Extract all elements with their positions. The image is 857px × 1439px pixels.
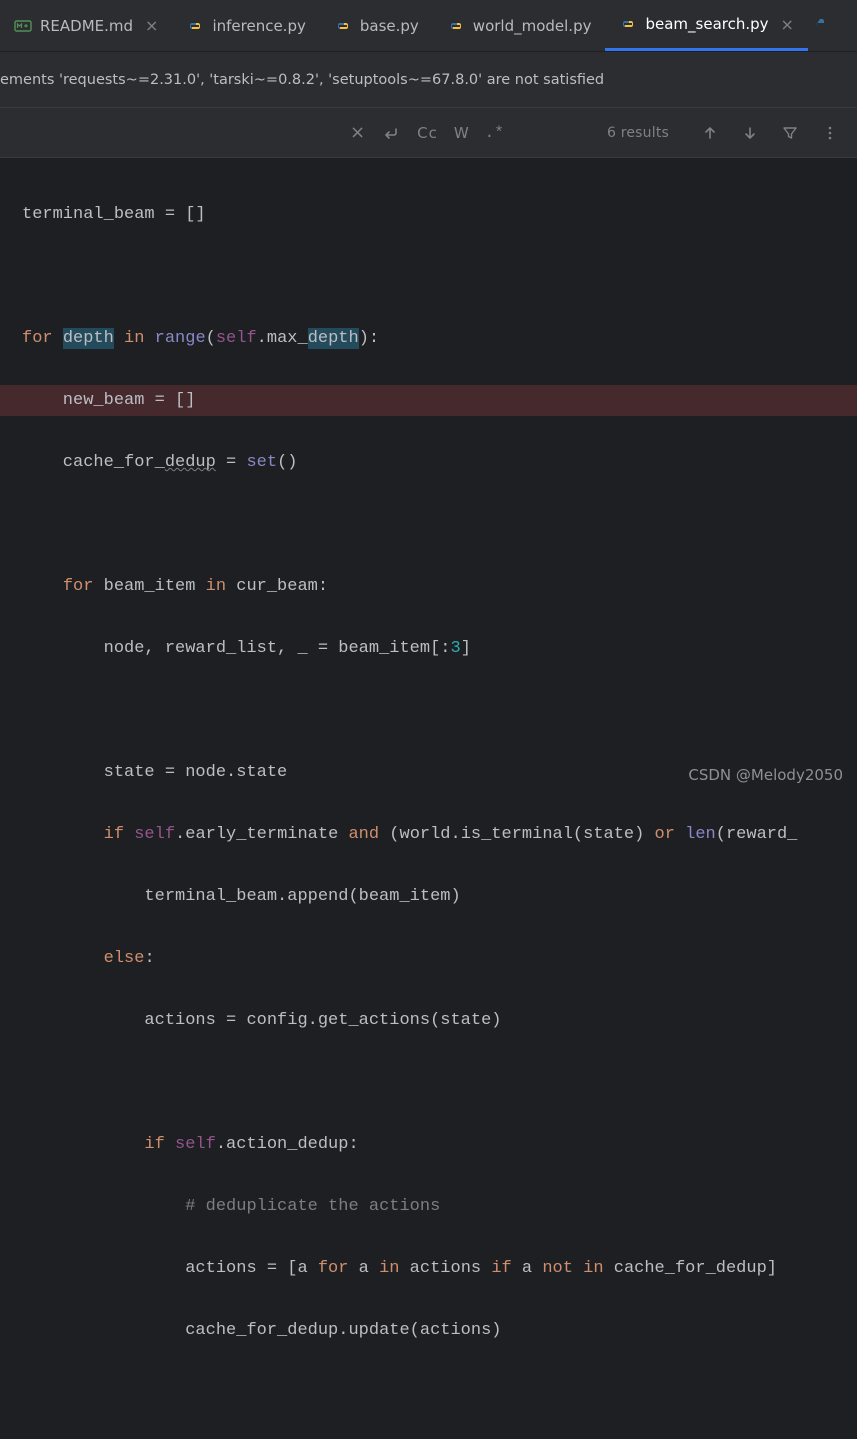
new-line-icon[interactable] [381, 123, 401, 143]
python-icon [814, 17, 826, 35]
python-icon [334, 17, 352, 35]
results-count: 6 results [607, 125, 669, 141]
code-comment: # deduplicate the actions [185, 1197, 440, 1216]
requirements-banner: ements 'requests~=2.31.0', 'tarski~=0.8.… [0, 52, 857, 108]
tab-overflow[interactable] [808, 0, 832, 51]
more-icon[interactable] [821, 124, 839, 142]
tab-inference[interactable]: inference.py [172, 0, 319, 51]
tab-label: world_model.py [473, 17, 592, 35]
markdown-icon [14, 17, 32, 35]
next-match-icon[interactable] [741, 124, 759, 142]
code-text: terminal_beam = [] [22, 205, 206, 224]
search-match: depth [308, 328, 359, 349]
python-icon [619, 15, 637, 33]
typo-underline: dedup [165, 453, 216, 472]
search-match: depth [63, 328, 114, 349]
whole-word-button[interactable]: W [454, 124, 469, 142]
code-editor[interactable]: terminal_beam = [] for depth in range(se… [0, 158, 857, 1439]
tab-label: base.py [360, 17, 419, 35]
find-toolbar: × Cc W .* 6 results [0, 108, 857, 158]
editor-tabs: README.md × inference.py base.py world_m… [0, 0, 857, 52]
python-icon [186, 17, 204, 35]
tab-label: inference.py [212, 17, 305, 35]
python-icon [447, 17, 465, 35]
match-case-button[interactable]: Cc [417, 124, 438, 142]
tab-beam-search[interactable]: beam_search.py × [605, 0, 807, 51]
regex-button[interactable]: .* [485, 124, 504, 142]
prev-match-icon[interactable] [701, 124, 719, 142]
code-text: for [22, 329, 53, 348]
close-icon[interactable]: × [781, 15, 794, 34]
tab-label: beam_search.py [645, 15, 768, 33]
tab-base[interactable]: base.py [320, 0, 433, 51]
tab-world-model[interactable]: world_model.py [433, 0, 606, 51]
filter-icon[interactable] [781, 124, 799, 142]
tab-label: README.md [40, 17, 133, 35]
error-line: new_beam = [] [0, 385, 857, 416]
find-nav: 6 results [607, 124, 839, 142]
find-options: × Cc W .* [0, 122, 504, 143]
banner-text: ements 'requests~=2.31.0', 'tarski~=0.8.… [0, 72, 604, 88]
watermark: CSDN @Melody2050 [688, 766, 843, 784]
close-icon[interactable]: × [350, 122, 365, 143]
tab-readme[interactable]: README.md × [0, 0, 172, 51]
close-icon[interactable]: × [145, 16, 158, 35]
